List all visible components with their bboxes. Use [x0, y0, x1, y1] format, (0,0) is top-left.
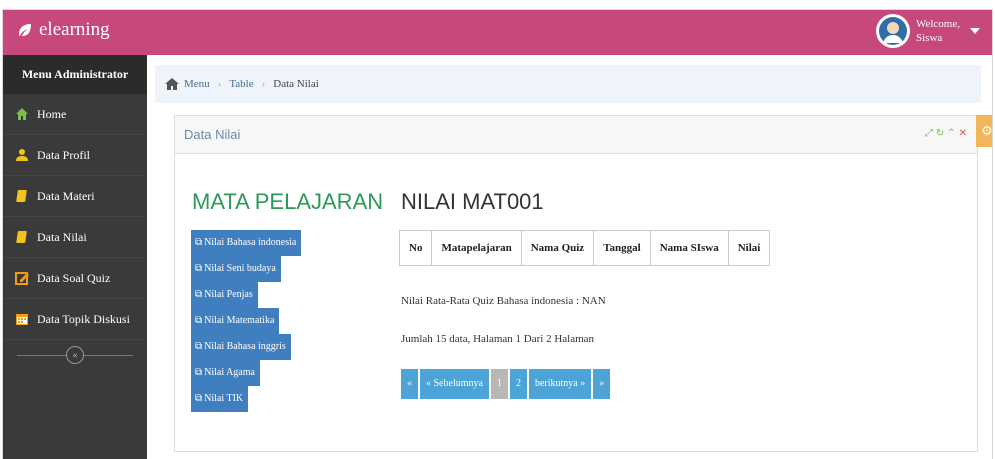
- close-icon[interactable]: ✕: [959, 128, 967, 139]
- sidebar-item-data-profil[interactable]: Data Profil: [3, 135, 147, 176]
- column-header-matapelajaran: Matapelajaran: [431, 230, 522, 266]
- pagination: « « Sebelumnya 1 2 berikutnya » »: [401, 369, 611, 399]
- column-header-nama-quiz: Nama Quiz: [520, 230, 595, 266]
- subject-button-bahasa-inggris[interactable]: ⧉ Nilai Bahasa inggris: [191, 334, 291, 360]
- refresh-icon[interactable]: ↻: [936, 128, 944, 139]
- column-header-nilai: Nilai: [727, 230, 771, 266]
- sidebar: Menu Administrator Home Data Profil Data…: [3, 55, 155, 459]
- sidebar-item-data-topik-diskusi[interactable]: Data Topik Diskusi: [3, 299, 147, 340]
- sidebar-item-data-materi[interactable]: Data Materi: [3, 176, 147, 217]
- count-text: Jumlah 15 data, Halaman 1 Dari 2 Halaman: [401, 333, 595, 345]
- subject-label: Nilai Agama: [204, 367, 255, 378]
- column-header-nama-siswa: Nama SIswa: [649, 230, 729, 266]
- gear-icon[interactable]: ⚙: [976, 115, 992, 147]
- copy-icon: ⧉: [195, 393, 203, 404]
- sidebar-item-label: Data Profil: [37, 148, 90, 162]
- copy-icon: ⧉: [195, 237, 203, 248]
- chevron-right-icon: ›: [261, 78, 266, 90]
- subject-label: Nilai Seni budaya: [204, 263, 276, 274]
- chevron-right-icon: ›: [217, 78, 222, 90]
- sidebar-collapse: «: [3, 340, 147, 370]
- subject-label: Nilai Bahasa inggris: [204, 341, 286, 352]
- book-icon: [15, 189, 29, 203]
- chevron-up-icon[interactable]: ⌃: [947, 128, 955, 139]
- sidebar-title: Menu Administrator: [3, 55, 155, 94]
- page-1-button[interactable]: 1: [490, 369, 508, 399]
- breadcrumb-table[interactable]: Table: [229, 78, 253, 90]
- first-page-button[interactable]: «: [401, 369, 418, 399]
- next-page-button[interactable]: berikutnya »: [528, 369, 592, 399]
- average-text: Nilai Rata-Rata Quiz Bahasa indonesia : …: [401, 295, 606, 307]
- brand-name: elearning: [39, 19, 110, 40]
- sidebar-item-home[interactable]: Home: [3, 94, 147, 135]
- copy-icon: ⧉: [195, 315, 203, 326]
- breadcrumb: Menu › Table › Data Nilai: [155, 65, 981, 103]
- subject-button-penjas[interactable]: ⧉ Nilai Penjas: [191, 282, 258, 308]
- copy-icon: ⧉: [195, 289, 203, 300]
- panel-title: Data Nilai: [184, 127, 241, 142]
- panel-header: Data Nilai ⤢ ↻ ⌃ ✕: [175, 116, 977, 154]
- data-nilai-panel: Data Nilai ⤢ ↻ ⌃ ✕ MATA PELAJARAN ⧉ Nilai…: [174, 115, 978, 452]
- home-icon: [15, 107, 29, 121]
- leaf-icon: [19, 24, 31, 36]
- subject-label: Nilai Bahasa indonesia: [204, 237, 297, 248]
- sidebar-item-label: Data Nilai: [37, 230, 87, 244]
- subject-label: Nilai TIK: [204, 393, 244, 404]
- subject-button-bahasa-indonesia[interactable]: ⧉ Nilai Bahasa indonesia: [191, 230, 302, 256]
- nilai-title: NILAI MAT001: [401, 189, 544, 214]
- app-window: elearning Welcome, Siswa Menu Administra…: [3, 10, 992, 459]
- copy-icon: ⧉: [195, 263, 203, 274]
- subject-label: Nilai Penjas: [204, 289, 253, 300]
- avatar[interactable]: [875, 14, 910, 48]
- subjects-title: MATA PELAJARAN: [192, 189, 384, 214]
- book-icon: [15, 230, 29, 244]
- chevron-down-icon[interactable]: [970, 28, 980, 34]
- edit-icon: [15, 271, 29, 285]
- page-2-button[interactable]: 2: [509, 369, 527, 399]
- breadcrumb-current: Data Nilai: [273, 78, 319, 90]
- subject-button-matematika[interactable]: ⧉ Nilai Matematika: [191, 308, 280, 334]
- top-navbar: elearning Welcome, Siswa: [3, 10, 992, 55]
- sidebar-item-label: Data Topik Diskusi: [37, 312, 130, 326]
- user-icon: [15, 148, 29, 162]
- brand-logo[interactable]: elearning: [17, 19, 110, 41]
- user-menu[interactable]: Welcome, Siswa: [875, 14, 980, 48]
- column-header-no: No: [398, 230, 433, 266]
- subject-button-tik[interactable]: ⧉ Nilai TIK: [191, 386, 249, 412]
- welcome-label: Welcome,: [915, 18, 960, 30]
- user-avatar-icon: [878, 17, 907, 45]
- column-header-tanggal: Tanggal: [593, 230, 651, 266]
- subject-label: Nilai Matematika: [204, 315, 275, 326]
- panel-toolbar: ⤢ ↻ ⌃ ✕: [925, 128, 967, 139]
- grades-table: No Matapelajaran Nama Quiz Tanggal Nama …: [398, 230, 771, 266]
- calendar-icon: [15, 312, 29, 326]
- main-content: Menu › Table › Data Nilai Data Nilai ⤢ ↻…: [147, 55, 992, 459]
- sidebar-item-data-nilai[interactable]: Data Nilai: [3, 217, 147, 258]
- previous-page-button[interactable]: « Sebelumnya: [420, 369, 489, 399]
- home-icon[interactable]: [165, 78, 179, 90]
- copy-icon: ⧉: [195, 341, 203, 352]
- breadcrumb-menu[interactable]: Menu: [184, 78, 210, 90]
- subject-button-agama[interactable]: ⧉ Nilai Agama: [191, 360, 260, 386]
- subject-button-seni-budaya[interactable]: ⧉ Nilai Seni budaya: [191, 256, 281, 282]
- collapse-icon[interactable]: «: [66, 346, 84, 364]
- copy-icon: ⧉: [195, 367, 203, 378]
- sidebar-item-label: Data Materi: [37, 189, 95, 203]
- sidebar-item-label: Home: [37, 107, 67, 121]
- sidebar-item-label: Data Soal Quiz: [37, 271, 111, 285]
- resize-icon[interactable]: ⤢: [925, 128, 933, 139]
- table-header-row: No Matapelajaran Nama Quiz Tanggal Nama …: [398, 230, 771, 266]
- user-name: Siswa: [915, 32, 943, 44]
- sidebar-item-data-soal-quiz[interactable]: Data Soal Quiz: [3, 258, 147, 299]
- subjects-list: ⧉ Nilai Bahasa indonesia ⧉ Nilai Seni buda…: [191, 230, 302, 412]
- last-page-button[interactable]: »: [593, 369, 611, 399]
